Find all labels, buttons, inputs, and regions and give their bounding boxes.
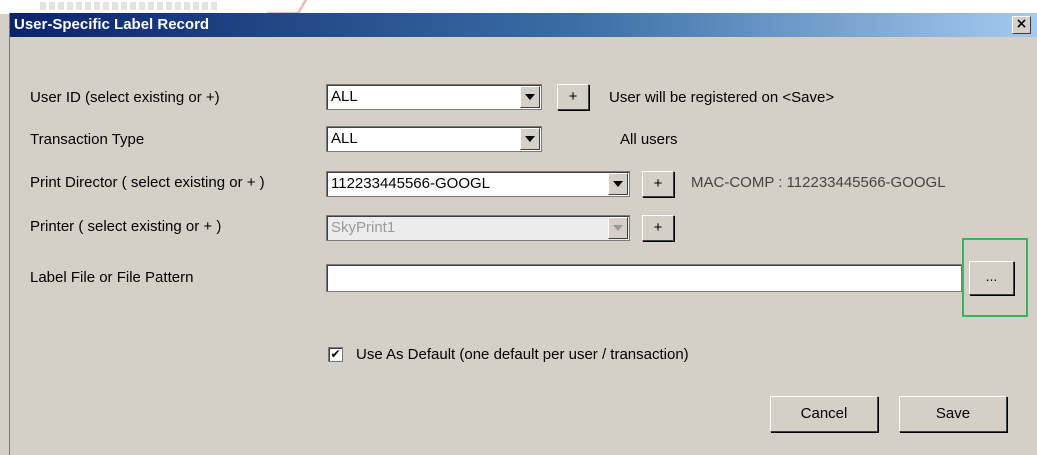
- add-print-director-button[interactable]: +: [642, 171, 674, 197]
- print-director-note: MAC-COMP : 112233445566-GOOGL: [691, 174, 946, 191]
- add-user-button[interactable]: +: [557, 84, 589, 110]
- transaction-type-select[interactable]: ALL: [326, 126, 542, 152]
- print-director-select[interactable]: 112233445566-GOOGL: [326, 171, 630, 197]
- chevron-down-icon[interactable]: [608, 217, 628, 239]
- browse-file-button[interactable]: ...: [969, 261, 1014, 295]
- cancel-button[interactable]: Cancel: [770, 396, 878, 432]
- save-button[interactable]: Save: [899, 396, 1007, 432]
- printer-value: SkyPrint1: [331, 219, 396, 236]
- add-printer-button[interactable]: +: [642, 215, 674, 241]
- dialog-window: User-Specific Label Record × User ID (se…: [9, 13, 1037, 455]
- label-file-label: Label File or File Pattern: [30, 269, 194, 286]
- user-id-label: User ID (select existing or +): [30, 89, 220, 106]
- user-id-select[interactable]: ALL: [326, 84, 542, 110]
- title-bar[interactable]: User-Specific Label Record ×: [10, 13, 1037, 37]
- print-director-label: Print Director ( select existing or + ): [30, 174, 265, 191]
- use-default-checkbox[interactable]: ✔: [328, 347, 343, 362]
- chevron-down-icon[interactable]: [520, 86, 540, 108]
- user-id-note: User will be registered on <Save>: [609, 89, 835, 106]
- background-strip: [0, 0, 1037, 15]
- chevron-down-icon[interactable]: [520, 128, 540, 150]
- label-file-input[interactable]: [326, 264, 962, 292]
- background-text-ghost: [40, 2, 220, 10]
- print-director-value: 112233445566-GOOGL: [331, 175, 491, 192]
- chevron-down-icon[interactable]: [608, 173, 628, 195]
- transaction-type-value: ALL: [331, 130, 358, 147]
- user-id-value: ALL: [331, 88, 358, 105]
- use-default-label[interactable]: Use As Default (one default per user / t…: [356, 346, 689, 363]
- printer-label: Printer ( select existing or + ): [30, 218, 222, 235]
- printer-select[interactable]: SkyPrint1: [326, 215, 630, 241]
- transaction-type-label: Transaction Type: [30, 131, 145, 148]
- transaction-type-note: All users: [620, 131, 678, 148]
- window-title: User-Specific Label Record: [14, 16, 210, 33]
- close-button[interactable]: ×: [1012, 16, 1031, 34]
